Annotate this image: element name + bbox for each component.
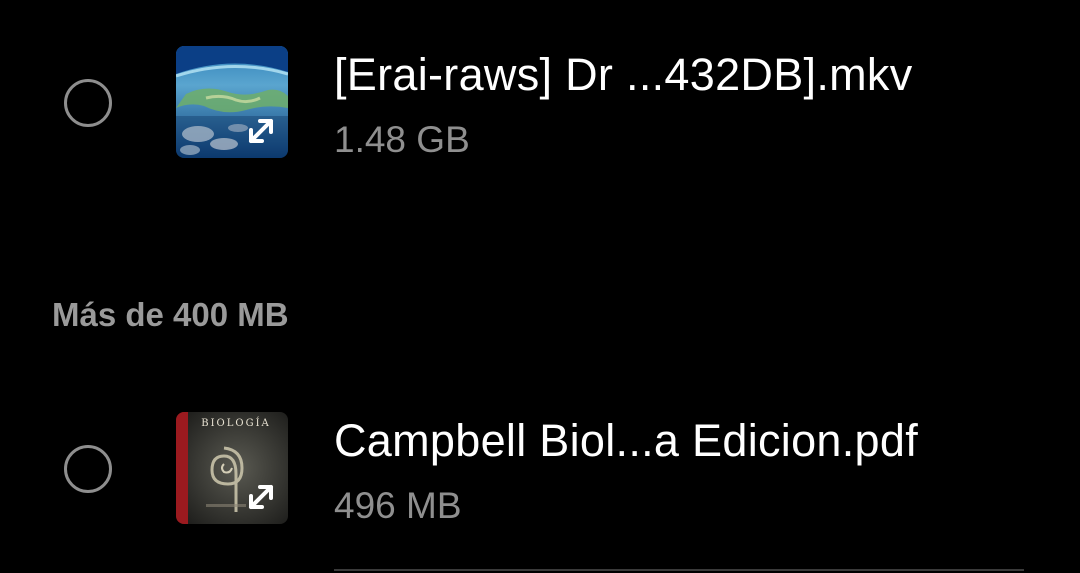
file-name: Campbell Biol...a Edicion.pdf	[334, 415, 919, 466]
expand-icon	[249, 485, 273, 509]
file-size: 496 MB	[334, 485, 462, 526]
file-name: [Erai-raws] Dr ...432DB].mkv	[334, 49, 913, 100]
file-thumbnail[interactable]: BIOLOGÍA	[176, 412, 288, 524]
list-item[interactable]: [Erai-raws] Dr ...432DB].mkv 1.48 GB	[0, 36, 1080, 166]
cover-title: BIOLOGÍA	[201, 417, 271, 429]
list-item[interactable]: BIOLOGÍA Campbell Biol...a Edicion.pdf 4…	[0, 402, 1080, 532]
select-radio-button[interactable]	[64, 445, 112, 493]
section-header: Más de 400 MB	[52, 296, 289, 333]
select-radio-button[interactable]	[64, 79, 112, 127]
file-thumbnail[interactable]	[176, 46, 288, 158]
file-list-screen: [Erai-raws] Dr ...432DB].mkv 1.48 GB Más…	[0, 0, 1080, 573]
divider	[334, 569, 1024, 571]
expand-icon	[249, 119, 273, 143]
file-size: 1.48 GB	[334, 119, 470, 160]
